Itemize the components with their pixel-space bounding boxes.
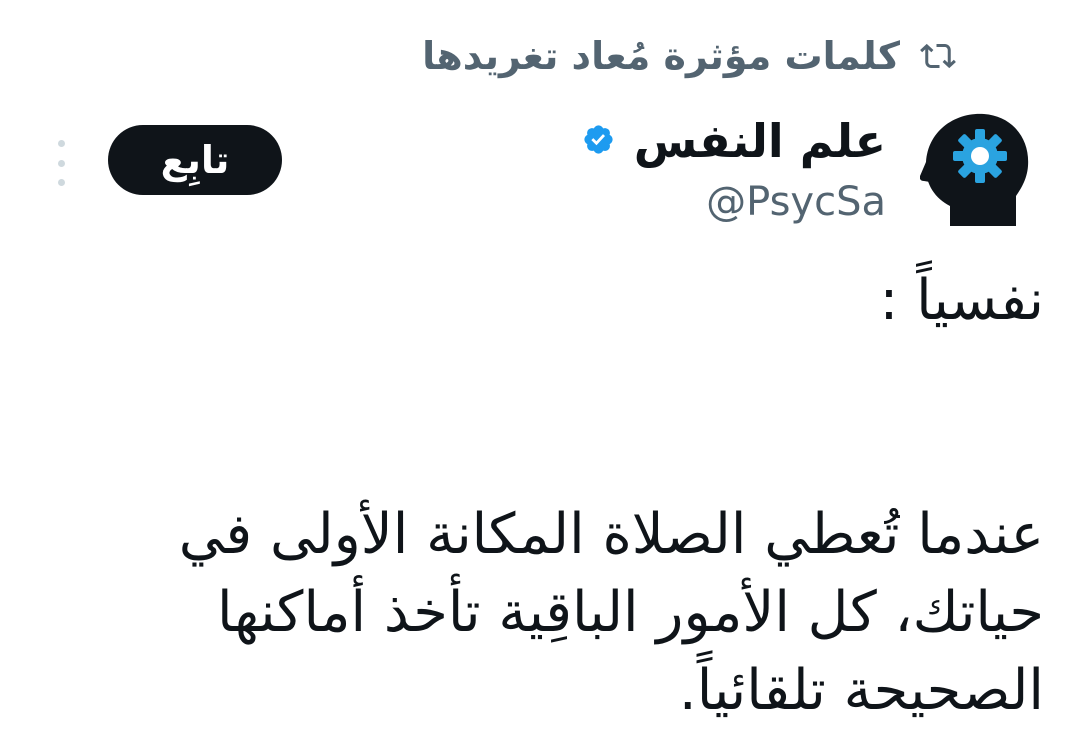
author-info: علم النفس @PsycSa xyxy=(578,108,886,230)
retweet-icon xyxy=(916,34,960,78)
more-dot xyxy=(57,140,65,147)
retweet-label: كلمات مؤثرة مُعاد تغريدها xyxy=(422,34,900,78)
author-name-row[interactable]: علم النفس xyxy=(578,108,886,174)
author-handle[interactable]: @PsycSa xyxy=(706,174,886,230)
tweet-text: نفسياً : عندما تُعطي الصلاة المكانة الأو… xyxy=(164,262,1044,730)
tweet-line-heading: نفسياً : xyxy=(879,268,1045,333)
verified-badge-icon xyxy=(578,119,622,163)
more-dot xyxy=(57,179,65,186)
avatar[interactable] xyxy=(919,108,1032,226)
more-dot xyxy=(57,159,65,167)
retweet-indicator[interactable]: كلمات مؤثرة مُعاد تغريدها xyxy=(422,26,960,86)
more-vertical-icon[interactable] xyxy=(44,140,78,186)
author-name[interactable]: علم النفس xyxy=(634,114,886,168)
tweet-paragraph: عندما تُعطي الصلاة المكانة الأولى في حيا… xyxy=(178,502,1044,723)
follow-button[interactable]: تابِع xyxy=(108,125,282,195)
